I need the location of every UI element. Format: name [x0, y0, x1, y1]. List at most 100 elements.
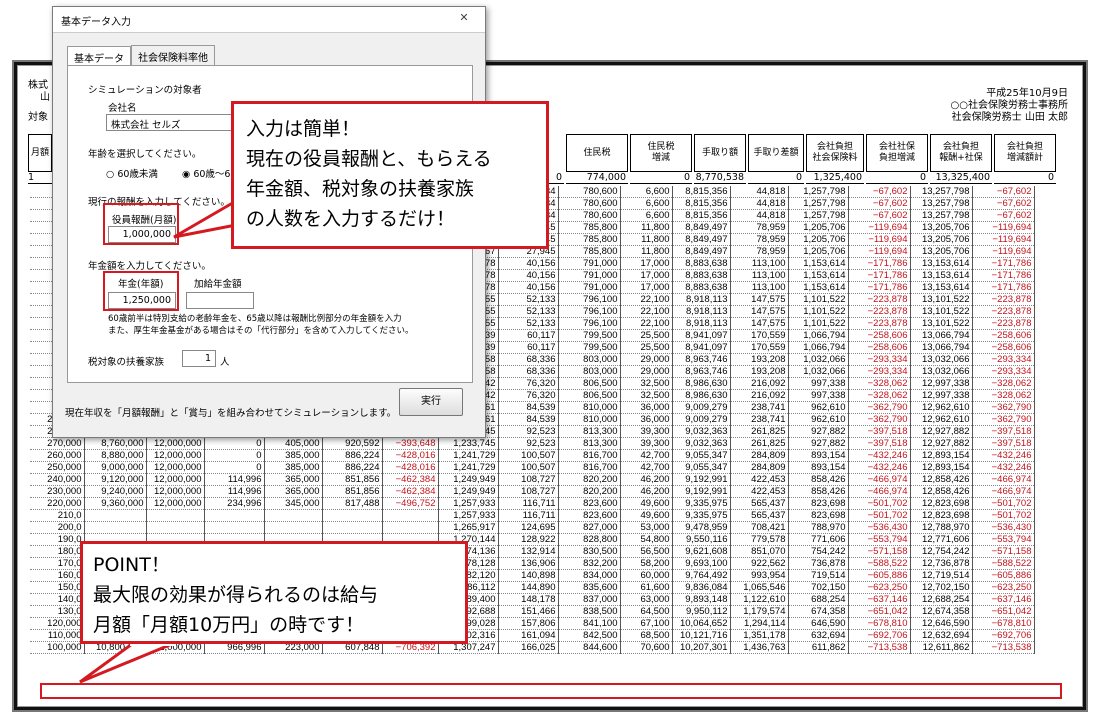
- cell: 1: [28, 172, 52, 184]
- table-cell: 40,156: [498, 269, 559, 283]
- table-cell: 170,559: [730, 329, 789, 343]
- table-cell: 823,698: [788, 497, 849, 511]
- table-cell: −432,246: [972, 461, 1035, 475]
- table-cell: [84, 509, 147, 523]
- table-cell: 12,646,590: [910, 617, 973, 631]
- table-cell: −119,694: [972, 245, 1035, 259]
- table-cell: 771,606: [788, 533, 849, 547]
- table-cell: 114,996: [204, 473, 265, 487]
- callout1-line: 現在の役員報酬と、もらえる: [246, 148, 492, 170]
- header-cell: 会社負担 報酬+社保: [930, 134, 992, 172]
- table-cell: 12,858,426: [910, 485, 973, 499]
- table-cell: 160,0: [30, 569, 85, 583]
- table-cell: −328,062: [972, 377, 1035, 391]
- table-cell: 13,066,794: [910, 341, 973, 355]
- table-cell: 820,200: [558, 485, 621, 499]
- table-cell: 702,150: [788, 581, 849, 595]
- table-cell: 1,205,706: [788, 233, 849, 247]
- sheet-staff: 社会保険労務士 山田 太郎: [951, 112, 1068, 123]
- table-cell: −362,790: [848, 413, 911, 427]
- table-cell: 49,600: [620, 509, 673, 523]
- table-cell: 823,600: [558, 509, 621, 523]
- table-cell: 76,320: [498, 377, 559, 391]
- table-cell: 788,970: [788, 521, 849, 535]
- age-prompt: 年齢を選択してください。: [88, 149, 202, 160]
- table-cell: −637,146: [848, 593, 911, 607]
- table-row: 260,000 8,880,000 12,000,000 0 385,000 886,22…: [30, 449, 1035, 463]
- table-cell: −397,518: [972, 437, 1035, 451]
- table-cell: 8,963,746: [672, 365, 731, 379]
- table-cell: 1,351,178: [730, 629, 789, 643]
- table-cell: 116,711: [498, 497, 559, 511]
- table-cell: −466,974: [972, 473, 1035, 487]
- table-cell: 238,741: [730, 413, 789, 427]
- table-cell: 611,862: [788, 641, 849, 655]
- age-radio-under60[interactable]: ○ 60歳未満: [106, 166, 158, 180]
- dependents-input[interactable]: 1: [182, 350, 216, 367]
- table-cell: 1,233,745: [438, 437, 499, 451]
- table-cell: 161,094: [498, 629, 559, 643]
- note-line2: また、厚生年金基金がある場合はその「代行部分」を含めて入力してください。: [108, 326, 414, 336]
- table-cell: 54,800: [620, 533, 673, 547]
- table-cell: 67,100: [620, 617, 673, 631]
- table-cell: 9,621,608: [672, 545, 731, 559]
- table-cell: 13,101,522: [910, 305, 973, 319]
- table-cell: 60,117: [498, 341, 559, 355]
- table-cell: 12,997,338: [910, 389, 973, 403]
- table-cell: −293,334: [972, 365, 1035, 379]
- table-cell: 0: [204, 449, 265, 463]
- cell: 0: [866, 172, 928, 184]
- table-cell: 9,893,148: [672, 593, 731, 607]
- table-cell: [264, 521, 323, 535]
- table-cell: 9,693,100: [672, 557, 731, 571]
- table-cell: 8,815,356: [672, 197, 731, 211]
- table-cell: 12,823,698: [910, 509, 973, 523]
- table-cell: 284,809: [730, 461, 789, 475]
- table-cell: −432,246: [848, 449, 911, 463]
- callout1-line: 入力は簡単！: [246, 118, 361, 140]
- tab-insurance-rates[interactable]: 社会保険料率他: [131, 45, 215, 67]
- table-cell: 9,550,116: [672, 533, 731, 547]
- corner-text: 山: [40, 92, 50, 103]
- table-cell: 10,121,716: [672, 629, 731, 643]
- table-cell: 688,254: [788, 593, 849, 607]
- table-cell: 8,849,497: [672, 221, 731, 235]
- table-cell: 13,153,614: [910, 281, 973, 295]
- table-cell: −393,648: [382, 437, 439, 451]
- table-cell: 12,927,882: [910, 425, 973, 439]
- table-cell: 844,600: [558, 641, 621, 655]
- table-cell: 13,101,522: [910, 317, 973, 331]
- table-cell: 1,205,706: [788, 221, 849, 235]
- table-cell: 791,000: [558, 269, 621, 283]
- table-cell: 1,257,798: [788, 209, 849, 223]
- table-cell: 29,000: [620, 365, 673, 379]
- table-cell: −171,786: [848, 281, 911, 295]
- table-cell: −501,702: [972, 497, 1035, 511]
- table-cell: 565,437: [730, 497, 789, 511]
- table-cell: 12,858,426: [910, 473, 973, 487]
- table-cell: 9,120,000: [84, 473, 147, 487]
- table-cell: 886,224: [322, 449, 383, 463]
- run-button[interactable]: 実行: [399, 388, 463, 416]
- table-cell: 8,849,497: [672, 233, 731, 247]
- table-cell: −432,246: [848, 461, 911, 475]
- table-cell: 893,154: [788, 449, 849, 463]
- table-cell: 13,153,614: [910, 269, 973, 283]
- table-cell: 9,055,347: [672, 461, 731, 475]
- table-cell: 12,000,000: [146, 485, 205, 499]
- table-cell: −223,878: [848, 305, 911, 319]
- table-cell: 11,800: [620, 221, 673, 235]
- table-cell: 234,996: [204, 497, 265, 511]
- table-cell: −223,878: [972, 293, 1035, 307]
- close-icon[interactable]: ✕: [453, 11, 475, 27]
- pension-add-input[interactable]: [186, 292, 254, 309]
- table-cell: 140,0: [30, 593, 85, 607]
- table-cell: −692,706: [972, 629, 1035, 643]
- table-cell: 1,257,933: [438, 509, 499, 523]
- table-cell: 46,200: [620, 473, 673, 487]
- table-cell: 100,507: [498, 449, 559, 463]
- table-cell: 0: [204, 437, 265, 451]
- age-radio-60[interactable]: ◉ 60歳～6: [182, 166, 230, 180]
- table-cell: 9,000,000: [84, 461, 147, 475]
- table-cell: 8,918,113: [672, 317, 731, 331]
